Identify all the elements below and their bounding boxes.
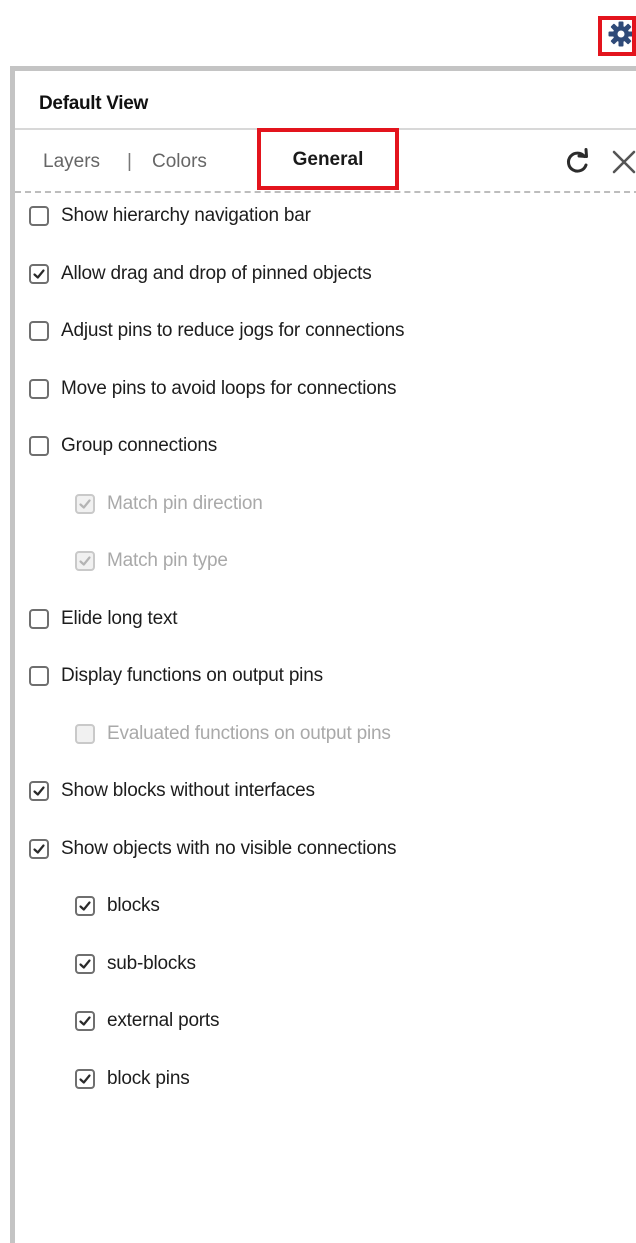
option-label: Show hierarchy navigation bar xyxy=(61,205,311,226)
checkbox[interactable] xyxy=(29,608,49,629)
checkmark-icon xyxy=(79,1016,91,1026)
settings-button[interactable] xyxy=(598,16,636,56)
option-label: Adjust pins to reduce jogs for connectio… xyxy=(61,320,405,341)
tab-colors[interactable]: Colors xyxy=(152,151,207,173)
option-external-ports[interactable]: external ports xyxy=(75,1006,220,1036)
option-evaluated-functions-on-output-pins: Evaluated functions on output pins xyxy=(75,719,391,749)
option-label: Move pins to avoid loops for connections xyxy=(61,377,397,399)
checkbox[interactable] xyxy=(75,896,95,916)
checkmark-icon xyxy=(79,556,91,566)
option-label: Display functions on output pins xyxy=(61,665,323,686)
checkbox xyxy=(75,723,95,744)
app-root: Default View Layers | Colors General Sho… xyxy=(0,0,636,1243)
checkmark-icon xyxy=(33,268,45,279)
tabs-divider xyxy=(15,191,636,193)
option-label: Match pin type xyxy=(107,550,228,571)
checkbox xyxy=(75,551,95,571)
option-label: external ports xyxy=(107,1010,220,1031)
checkmark-icon xyxy=(79,1073,91,1084)
checkbox[interactable] xyxy=(29,838,49,859)
checkmark-icon xyxy=(33,843,45,854)
option-label: Elide long text xyxy=(61,607,178,629)
tab-layers[interactable]: Layers xyxy=(43,151,100,173)
gear-icon xyxy=(607,20,632,52)
checkmark-icon xyxy=(33,786,45,796)
refresh-icon xyxy=(563,148,593,181)
checkbox[interactable] xyxy=(75,1068,95,1089)
option-block-pins[interactable]: block pins xyxy=(75,1064,190,1094)
option-elide-long-text[interactable]: Elide long text xyxy=(29,604,178,634)
option-label: block pins xyxy=(107,1067,190,1089)
tab-separator: | xyxy=(127,151,132,172)
close-icon xyxy=(609,150,636,181)
option-show-blocks-without-interfaces[interactable]: Show blocks without interfaces xyxy=(29,776,315,806)
checkmark-icon xyxy=(79,901,91,911)
tab-general[interactable]: General xyxy=(257,128,399,190)
option-show-objects-with-no-visible-connections[interactable]: Show objects with no visible connections xyxy=(29,834,396,864)
checkbox[interactable] xyxy=(29,378,49,399)
checkmark-icon xyxy=(79,498,91,509)
option-move-pins-to-avoid-loops-for-connections[interactable]: Move pins to avoid loops for connections xyxy=(29,374,396,404)
option-group-connections[interactable]: Group connections xyxy=(29,431,217,461)
close-button[interactable] xyxy=(609,147,636,177)
checkbox[interactable] xyxy=(29,666,49,686)
option-sub-blocks[interactable]: sub-blocks xyxy=(75,949,196,979)
refresh-button[interactable] xyxy=(563,147,593,177)
view-settings-panel: Default View Layers | Colors General Sho… xyxy=(10,66,636,1243)
option-label: Evaluated functions on output pins xyxy=(107,722,391,744)
checkbox[interactable] xyxy=(29,436,49,456)
option-label: Group connections xyxy=(61,435,218,456)
checkmark-icon xyxy=(79,958,91,969)
option-allow-drag-and-drop-of-pinned-objects[interactable]: Allow drag and drop of pinned objects xyxy=(29,259,372,289)
checkbox[interactable] xyxy=(29,781,49,801)
option-match-pin-direction: Match pin direction xyxy=(75,489,263,519)
checkbox[interactable] xyxy=(75,1011,95,1031)
checkbox[interactable] xyxy=(29,263,49,284)
option-show-hierarchy-navigation-bar[interactable]: Show hierarchy navigation bar xyxy=(29,201,311,231)
option-label: Allow drag and drop of pinned objects xyxy=(61,262,372,284)
checkbox[interactable] xyxy=(29,206,49,226)
checkbox xyxy=(75,493,95,514)
tab-general-label: General xyxy=(292,149,364,170)
option-adjust-pins-to-reduce-jogs-for-connections[interactable]: Adjust pins to reduce jogs for connectio… xyxy=(29,316,405,346)
option-label: Show blocks without interfaces xyxy=(61,780,315,801)
option-display-functions-on-output-pins[interactable]: Display functions on output pins xyxy=(29,661,323,691)
option-label: blocks xyxy=(107,895,160,916)
panel-title: Default View xyxy=(39,93,149,114)
option-match-pin-type: Match pin type xyxy=(75,546,228,576)
checkbox[interactable] xyxy=(29,321,49,341)
option-blocks[interactable]: blocks xyxy=(75,891,160,921)
option-label: Show objects with no visible connections xyxy=(61,837,397,859)
option-label: Match pin direction xyxy=(107,492,263,514)
option-label: sub-blocks xyxy=(107,952,196,974)
checkbox[interactable] xyxy=(75,953,95,974)
